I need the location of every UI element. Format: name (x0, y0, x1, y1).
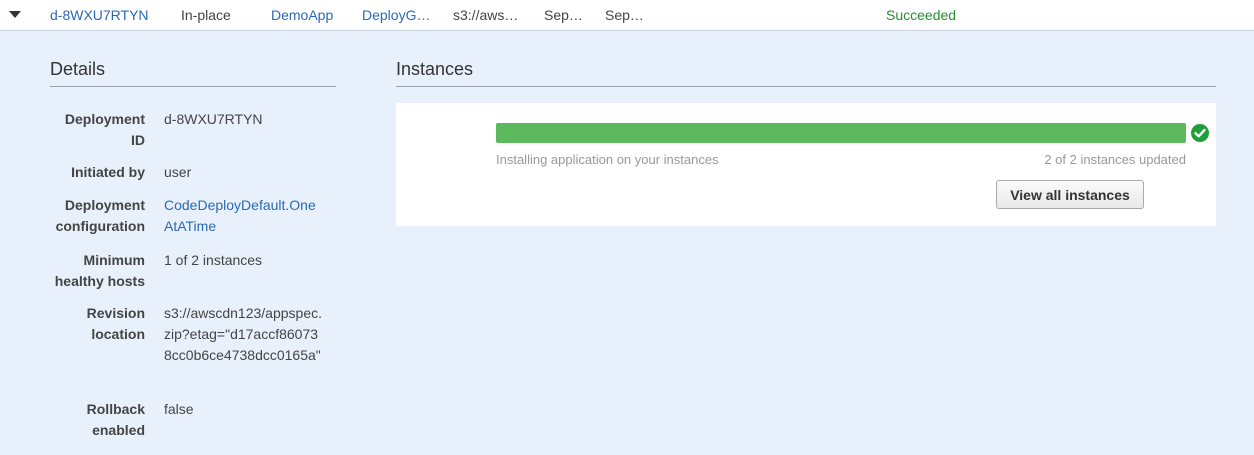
detail-label: Initiated by (71, 164, 145, 180)
instances-progress-bar (496, 123, 1186, 143)
instances-section: Instances (396, 59, 1216, 87)
row-deployment-type: In-place (181, 7, 231, 23)
detail-value: 1 of 2 instances (164, 252, 263, 268)
detail-label: Deployment configuration (55, 197, 145, 234)
deployment-config-link[interactable]: CodeDeployDefault.OneAtATime (164, 195, 322, 237)
caret-down-icon[interactable] (9, 11, 21, 18)
progress-status-text: Installing application on your instances (496, 152, 719, 167)
row-application[interactable]: DemoApp (271, 7, 333, 23)
row-status: Succeeded (886, 7, 957, 23)
detail-value: s3://awscdn123/appspec.zip?etag="d17accf… (164, 305, 322, 363)
detail-label: Deployment ID (64, 111, 145, 148)
view-all-instances-button[interactable]: View all instances (996, 180, 1144, 209)
details-section: Details Deployment ID d-8WXU7RTYN Initia… (50, 59, 336, 438)
row-start-time: Sep… (544, 7, 583, 23)
row-deployment-id[interactable]: d-8WXU7RTYN (50, 7, 149, 23)
instances-updated-count: 2 of 2 instances updated (1044, 152, 1186, 167)
instances-title: Instances (396, 59, 1216, 87)
detail-value: user (164, 164, 192, 180)
detail-label: Minimum healthy hosts (54, 252, 145, 289)
row-end-time: Sep… (605, 7, 644, 23)
detail-value: d-8WXU7RTYN (164, 111, 263, 127)
check-circle-icon (1191, 124, 1209, 142)
detail-label: Revision location (86, 305, 145, 342)
progress-fill (496, 123, 1186, 143)
row-revision: s3://aws… (453, 7, 519, 23)
row-deployment-group[interactable]: DeployG… (362, 7, 430, 23)
detail-label: Rollback enabled (86, 401, 145, 438)
detail-value: false (164, 401, 194, 417)
deployment-row: d-8WXU7RTYN In-place DemoApp DeployG… s3… (0, 0, 1254, 31)
instances-panel: Installing application on your instances… (396, 103, 1216, 226)
details-title: Details (50, 59, 336, 87)
